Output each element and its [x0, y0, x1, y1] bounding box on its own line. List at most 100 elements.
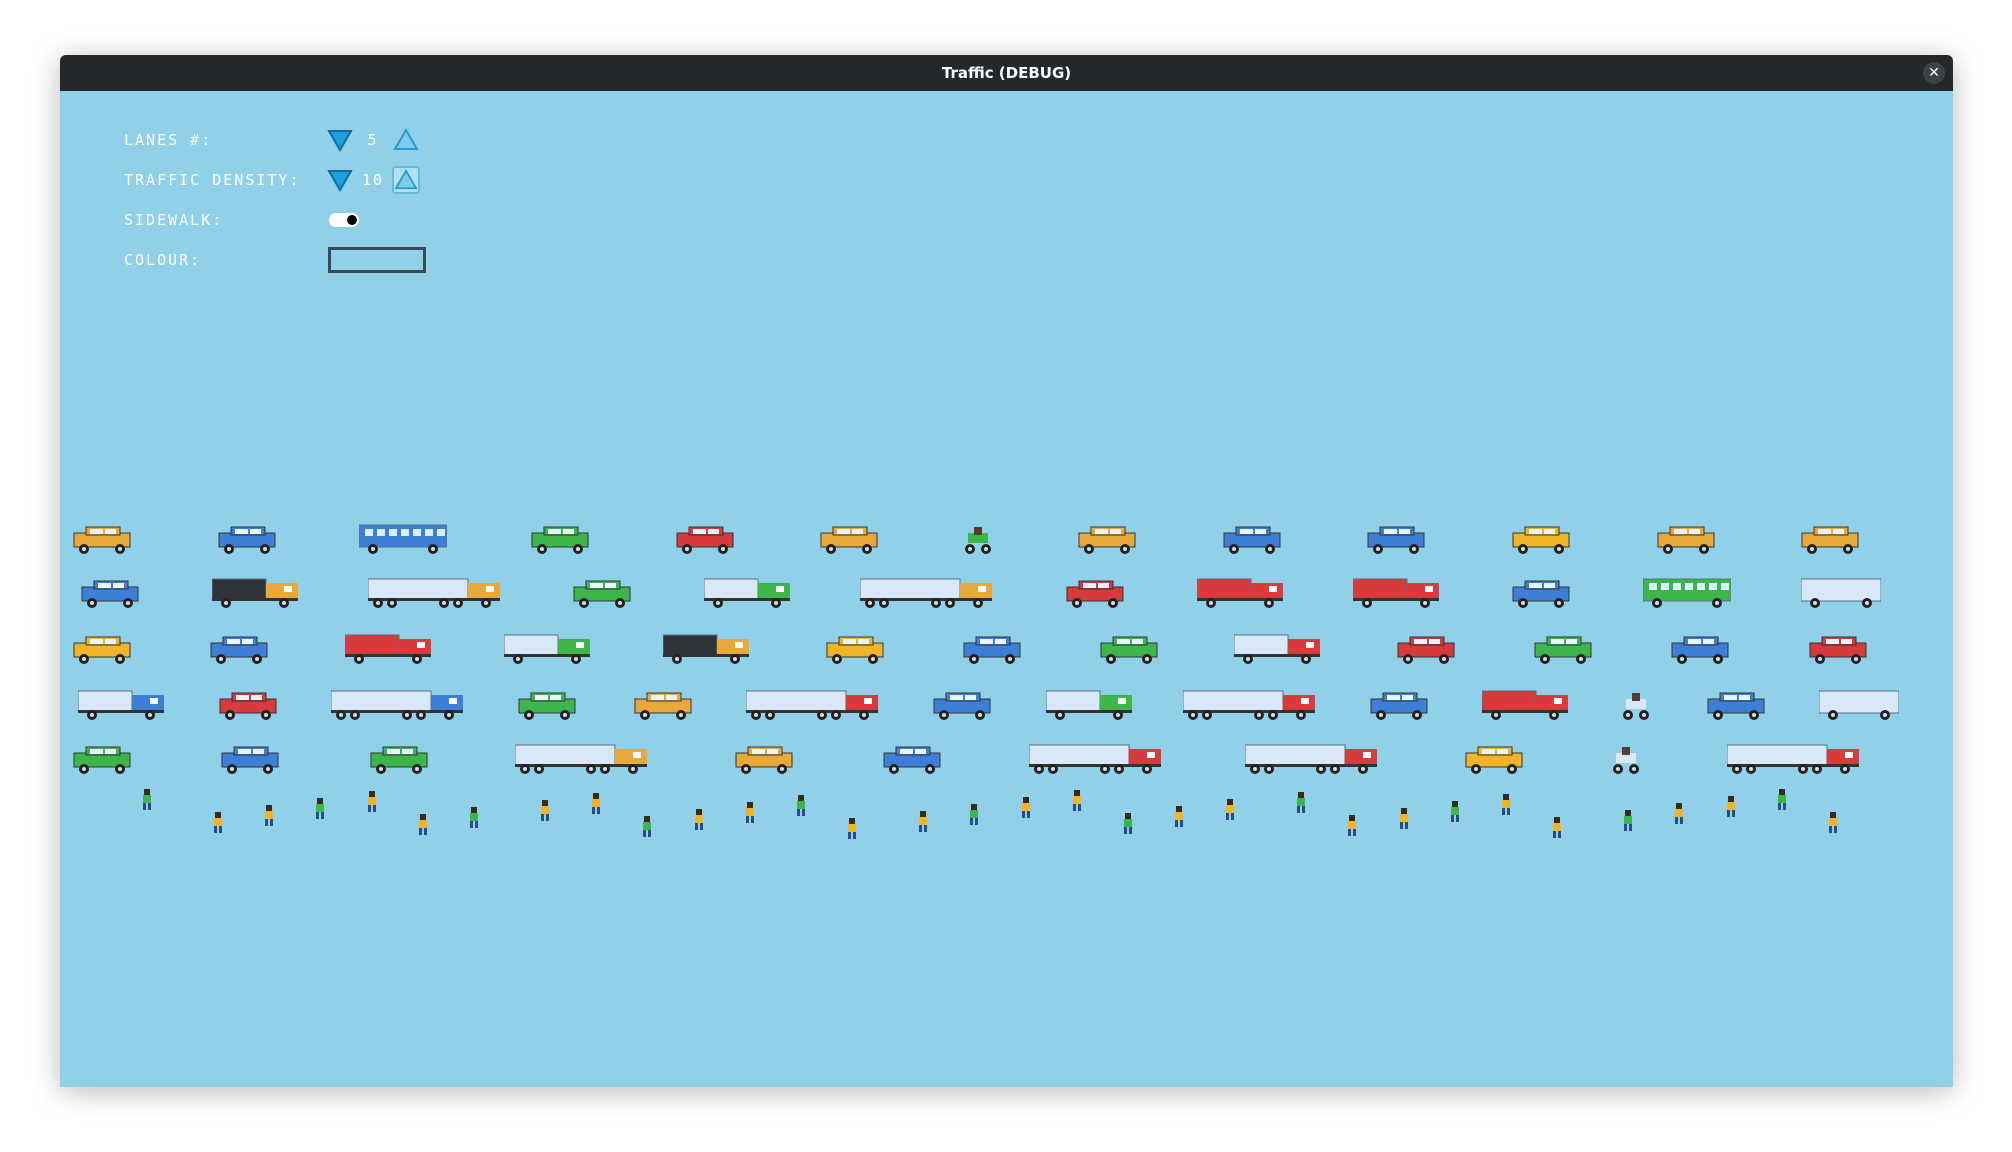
car-red [219, 692, 277, 720]
pedestrian [143, 789, 151, 810]
taxi [826, 636, 884, 664]
ambulance [1482, 690, 1569, 720]
truck-blue [78, 690, 164, 720]
semi-red [1245, 744, 1378, 774]
pedestrian [1726, 796, 1735, 817]
car-green [518, 692, 576, 720]
semi-red [1028, 744, 1161, 774]
semi-blue [331, 690, 464, 720]
tow-red [1352, 578, 1439, 608]
pedestrian [848, 818, 857, 839]
sidewalk-row: SIDEWALK: [124, 205, 464, 235]
pedestrian [643, 816, 652, 837]
density-increase-button[interactable] [392, 166, 421, 194]
car-green [573, 580, 631, 608]
car-green [73, 746, 131, 774]
pedestrian [367, 791, 376, 812]
car-blue [883, 746, 941, 774]
triangle-down-icon [327, 130, 353, 152]
car-blue [1370, 692, 1428, 720]
pedestrian [796, 795, 805, 816]
car-orange [1657, 526, 1715, 554]
pedestrian [1501, 794, 1510, 815]
triangle-down-icon [327, 170, 353, 192]
pedestrian [1072, 790, 1081, 811]
car-orange [1078, 526, 1136, 554]
pedestrian [316, 798, 325, 819]
car-orange [634, 692, 692, 720]
lanes-label: LANES #: [124, 131, 213, 149]
bus-green [1642, 578, 1731, 608]
colour-picker[interactable] [328, 247, 426, 273]
sidewalk-toggle[interactable] [329, 213, 359, 227]
car-blue-tow [963, 636, 1021, 664]
semi-red [1726, 744, 1859, 774]
pedestrian [1123, 813, 1132, 834]
taxi [1512, 526, 1570, 554]
truck-green [503, 634, 590, 664]
pedestrian [541, 800, 550, 821]
pedestrian [1675, 803, 1684, 824]
car-green [1534, 636, 1592, 664]
motorbike [1613, 747, 1640, 774]
pedestrian [1553, 817, 1562, 838]
car-green [531, 526, 589, 554]
pedestrian [1174, 806, 1183, 827]
car-blue [933, 692, 991, 720]
car-green-small [965, 527, 992, 554]
pedestrian [919, 811, 928, 832]
car-blue [210, 636, 268, 664]
pedestrian [970, 804, 979, 825]
car-red [1809, 636, 1867, 664]
pedestrian [1021, 797, 1030, 818]
semi-orange [860, 578, 993, 608]
lanes-increase-button[interactable] [392, 126, 420, 154]
sidewalk-label: SIDEWALK: [124, 211, 224, 229]
suv-orange [820, 526, 878, 554]
title-bar: Traffic (DEBUG) ✕ [60, 55, 1953, 91]
truck-dark-orange [212, 578, 299, 608]
pedestrian [214, 812, 223, 833]
close-button[interactable]: ✕ [1923, 62, 1945, 84]
app-window: Traffic (DEBUG) ✕ LANES #: 5 TRAFFIC DEN… [60, 55, 1953, 1087]
lanes-decrease-button[interactable] [326, 126, 354, 154]
truck-dark-orange [663, 634, 750, 664]
firetruck [344, 634, 431, 664]
scooter [1623, 693, 1650, 720]
taxi [1465, 746, 1523, 774]
pedestrian [1450, 801, 1459, 822]
window-title: Traffic (DEBUG) [941, 64, 1072, 82]
pedestrian [745, 802, 754, 823]
semi-red [746, 690, 879, 720]
semi-orange [368, 578, 501, 608]
pedestrian [1226, 799, 1235, 820]
pedestrian [1828, 812, 1837, 833]
density-label: TRAFFIC DENSITY: [124, 171, 301, 189]
density-row: TRAFFIC DENSITY: 10 [124, 165, 464, 195]
triangle-up-icon [393, 128, 419, 150]
car-red [1397, 636, 1455, 664]
pedestrian [1624, 810, 1633, 831]
density-decrease-button[interactable] [326, 166, 354, 194]
pedestrian [1777, 789, 1786, 810]
police-car [1223, 526, 1281, 554]
pedestrian [1348, 815, 1357, 836]
pedestrian [469, 807, 478, 828]
pedestrian [592, 793, 601, 814]
car-green [1100, 636, 1158, 664]
toggle-knob [347, 215, 357, 225]
colour-label: COLOUR: [124, 251, 202, 269]
truck-red [1234, 634, 1321, 664]
pedestrian [1399, 808, 1408, 829]
pedestrian [418, 814, 427, 835]
trailer-white [1800, 578, 1881, 608]
truck-green [704, 578, 791, 608]
car-blue [1512, 580, 1570, 608]
trailer-white [1819, 690, 1900, 720]
pedestrian [265, 805, 274, 826]
pedestrian [1297, 792, 1306, 813]
police-blue [1707, 692, 1765, 720]
car-blue [1367, 526, 1425, 554]
tow-red [1196, 578, 1283, 608]
lanes-row: LANES #: 5 [124, 125, 464, 155]
